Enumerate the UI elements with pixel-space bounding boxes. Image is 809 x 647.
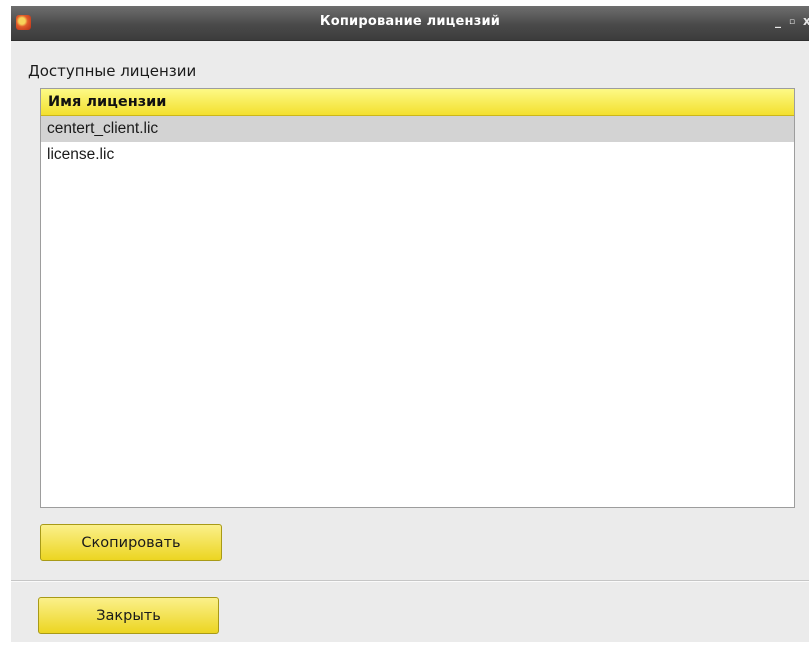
list-item-centert-client[interactable]: centert_client.lic [41,116,794,142]
copy-button[interactable]: Скопировать [40,524,222,561]
close-icon[interactable]: x [803,14,809,28]
license-list[interactable]: Имя лицензии centert_client.lic license.… [40,88,795,508]
minimize-icon[interactable]: _ [775,14,781,28]
list-item-license[interactable]: license.lic [41,142,794,168]
maximize-icon[interactable]: ▫ [789,17,795,27]
available-licenses-label: Доступные лицензии [28,62,197,80]
title-bar[interactable]: Копирование лицензий _ ▫ x [11,6,809,41]
column-header-license-name[interactable]: Имя лицензии [41,89,794,116]
window-title: Копирование лицензий [319,14,501,29]
copy-licenses-dialog: Копирование лицензий _ ▫ x Доступные лиц… [11,6,809,642]
close-button[interactable]: Закрыть [38,597,219,634]
separator [11,580,809,582]
